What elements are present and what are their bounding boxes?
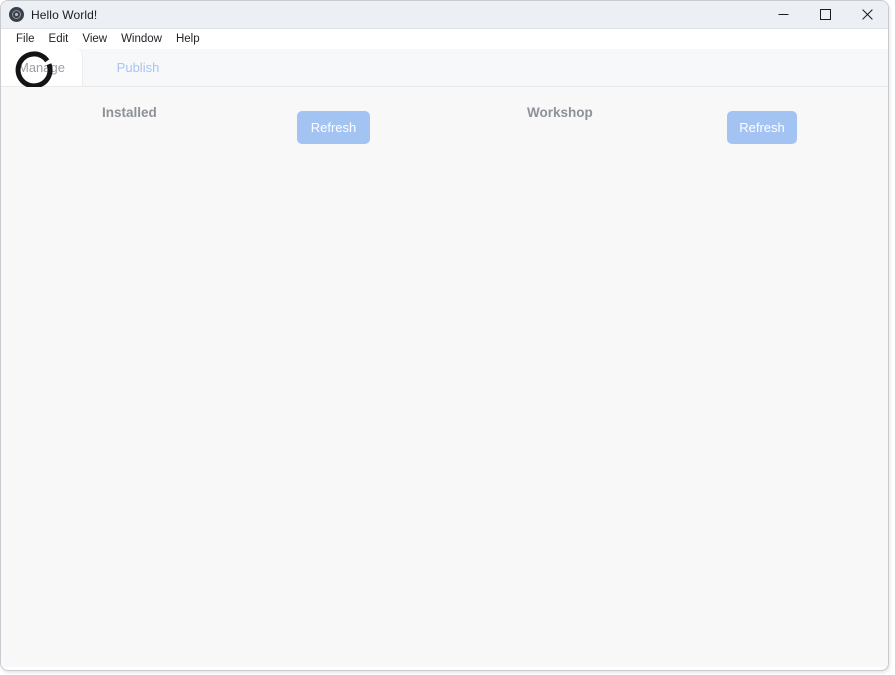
minimize-icon	[778, 9, 789, 20]
window-controls	[762, 1, 888, 28]
close-icon	[862, 9, 873, 20]
maximize-icon	[820, 9, 831, 20]
tab-bar: Manage Publish	[1, 49, 888, 87]
minimize-button[interactable]	[762, 1, 804, 28]
tab-publish[interactable]: Publish	[98, 49, 178, 86]
window-title: Hello World!	[31, 8, 97, 22]
menu-item-edit[interactable]: Edit	[42, 29, 76, 49]
content-area: Installed Refresh Workshop Refresh	[1, 87, 888, 667]
menu-item-window[interactable]: Window	[114, 29, 169, 49]
menu-item-view[interactable]: View	[75, 29, 114, 49]
menu-item-help[interactable]: Help	[169, 29, 207, 49]
installed-panel-title: Installed	[102, 105, 157, 120]
menu-bar: File Edit View Window Help	[1, 29, 888, 49]
menu-item-file[interactable]: File	[9, 29, 42, 49]
maximize-button[interactable]	[804, 1, 846, 28]
title-bar: Hello World!	[1, 1, 888, 29]
application-window: Hello World! File Edit View	[0, 0, 889, 671]
installed-refresh-button[interactable]: Refresh	[297, 111, 370, 144]
workshop-panel-title: Workshop	[527, 105, 593, 120]
close-button[interactable]	[846, 1, 888, 28]
app-logo-icon	[9, 7, 24, 22]
tab-manage[interactable]: Manage	[1, 49, 83, 86]
workshop-refresh-button[interactable]: Refresh	[727, 111, 797, 144]
